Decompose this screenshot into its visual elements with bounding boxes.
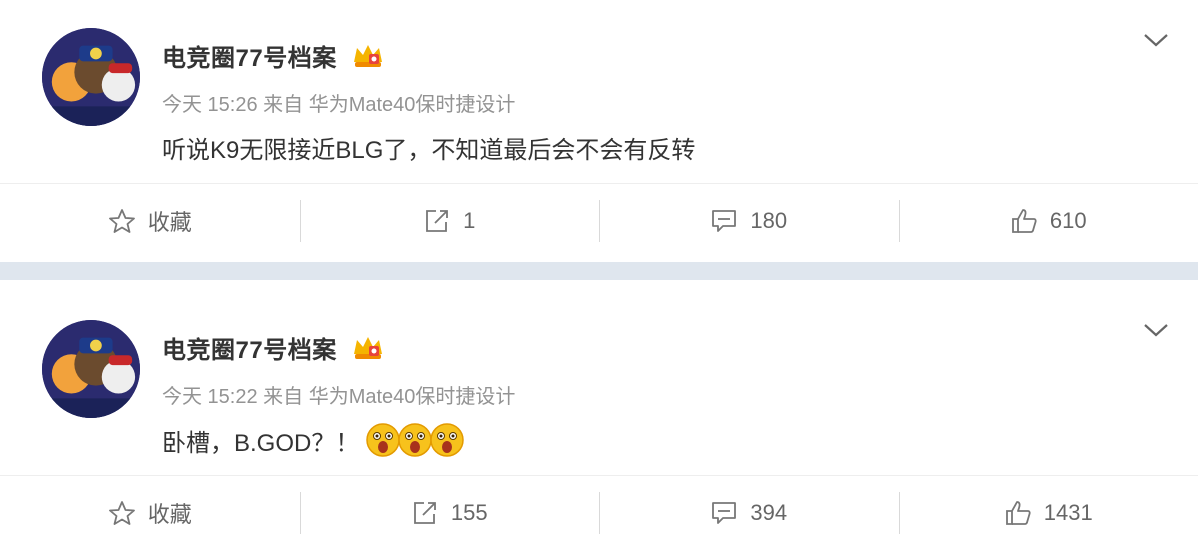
like-button[interactable]: 1431 — [898, 492, 1198, 534]
thumbs-up-icon — [1011, 209, 1037, 233]
post-meta: 今天 15:22 来自 华为Mate40保时捷设计 — [162, 386, 516, 408]
action-bar: 收藏 1 180 610 — [0, 200, 1198, 242]
star-icon — [108, 501, 135, 525]
like-button[interactable]: 610 — [898, 200, 1198, 242]
post-text: 听说K9无限接近BLG了，不知道最后会不会有反转 — [162, 137, 696, 164]
divider — [0, 475, 1198, 476]
comment-button[interactable]: 394 — [599, 492, 899, 534]
avatar[interactable] — [42, 28, 140, 126]
repost-button[interactable]: 1 — [299, 200, 600, 242]
feed-card: 电竞圈77号档案 今天 15:26 来自 华为Mate40保时捷设计 听说K9无… — [0, 0, 1198, 262]
star-icon — [108, 209, 135, 233]
emoji-group — [365, 422, 465, 458]
action-bar: 收藏 155 394 1431 — [0, 492, 1198, 534]
chevron-down-icon[interactable] — [1142, 320, 1170, 340]
thumbs-up-icon — [1005, 501, 1031, 525]
crown-badge-icon — [353, 336, 382, 359]
favorite-button[interactable]: 收藏 — [0, 492, 300, 534]
post-text: 卧槽，B.GOD？！ — [162, 422, 465, 458]
chevron-down-icon[interactable] — [1142, 30, 1170, 50]
comment-button[interactable]: 180 — [599, 200, 899, 242]
author-name[interactable]: 电竞圈77号档案 — [162, 38, 337, 73]
shocked-face-emoji — [366, 423, 401, 457]
repost-button[interactable]: 155 — [299, 492, 600, 534]
share-icon — [426, 210, 449, 232]
crown-badge-icon — [353, 44, 382, 67]
comment-icon — [712, 210, 737, 232]
share-icon — [413, 502, 436, 524]
shocked-face-emoji — [430, 423, 465, 457]
post-meta: 今天 15:26 来自 华为Mate40保时捷设计 — [162, 94, 516, 116]
author-name[interactable]: 电竞圈77号档案 — [162, 330, 337, 365]
comment-icon — [712, 502, 737, 524]
favorite-button[interactable]: 收藏 — [0, 200, 300, 242]
divider — [0, 183, 1198, 184]
feed-card: 电竞圈77号档案 今天 15:22 来自 华为Mate40保时捷设计 卧槽，B.… — [0, 280, 1198, 550]
shocked-face-emoji — [398, 423, 433, 457]
avatar[interactable] — [42, 320, 140, 418]
